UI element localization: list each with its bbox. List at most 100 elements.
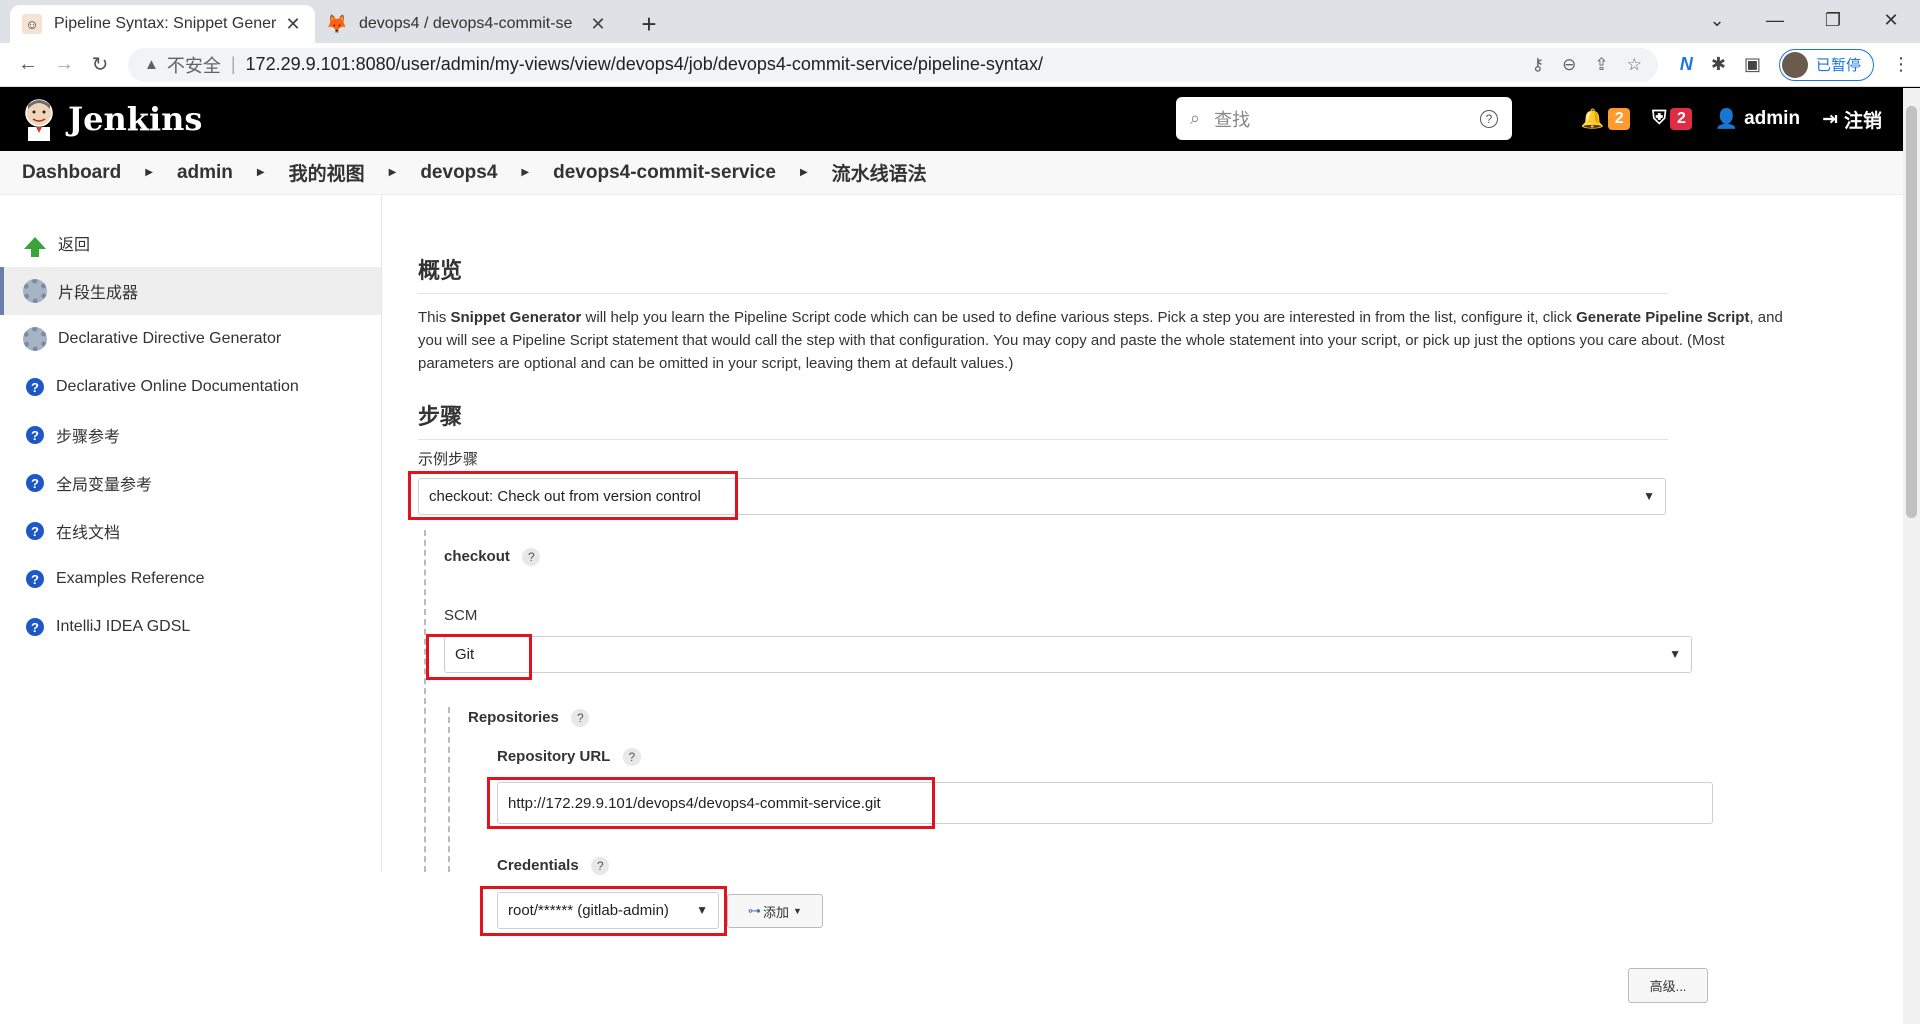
sidebar-item-intellij-gdsl[interactable]: ? IntelliJ IDEA GDSL xyxy=(0,603,381,651)
sidebar: 返回 片段生成器 Declarative Directive Generator… xyxy=(0,195,382,872)
insecure-label: 不安全 xyxy=(166,55,221,76)
checkout-label: checkout xyxy=(444,548,510,566)
logout-icon: ⇥ xyxy=(1822,108,1838,130)
search-input[interactable]: 查找 xyxy=(1214,106,1480,132)
help-icon: ? xyxy=(26,426,44,444)
logout-button[interactable]: ⇥ 注销 xyxy=(1822,106,1882,133)
sample-step-label: 示例步骤 xyxy=(418,451,479,468)
close-window-button[interactable]: ✕ xyxy=(1862,0,1920,40)
shield-icon: ⛨ xyxy=(1652,108,1667,129)
section-divider xyxy=(424,530,426,872)
highlight-box xyxy=(408,471,738,520)
extensions-icon[interactable]: ✱ xyxy=(1711,54,1726,75)
close-tab-icon[interactable]: ✕ xyxy=(283,14,303,35)
scrollbar-thumb[interactable] xyxy=(1906,106,1917,518)
warning-icon[interactable]: ▲ xyxy=(144,56,159,73)
scm-select[interactable]: Git ▼ xyxy=(444,636,1692,673)
sidepanel-icon[interactable]: ▣ xyxy=(1744,54,1761,75)
extension-n-icon[interactable]: N xyxy=(1680,54,1693,75)
new-tab-button[interactable]: + xyxy=(634,5,664,43)
tab-title: devops4 / devops4-commit-se xyxy=(359,15,573,32)
breadcrumb-item[interactable]: admin xyxy=(177,162,233,184)
user-icon: 👤 xyxy=(1714,109,1739,130)
advanced-button[interactable]: 高级... xyxy=(1628,968,1708,1003)
jenkins-logo[interactable]: Jenkins xyxy=(22,97,202,141)
search-box[interactable]: ⌕ 查找 ? xyxy=(1176,97,1512,140)
jenkins-logo-text: Jenkins xyxy=(68,100,203,138)
logout-label: 注销 xyxy=(1843,110,1882,132)
sidebar-item-label: 全局变量参考 xyxy=(56,477,153,494)
sidebar-item-declarative-online-docs[interactable]: ? Declarative Online Documentation xyxy=(0,363,381,411)
add-button-label: 添加 xyxy=(763,904,790,920)
help-icon[interactable]: ? xyxy=(622,748,641,766)
breadcrumb-item[interactable]: devops4-commit-service xyxy=(553,162,776,184)
repositories-label: Repositories xyxy=(468,709,559,727)
security-badge: 2 xyxy=(1670,108,1693,130)
sidebar-item-label: 返回 xyxy=(58,237,91,254)
caret-right-icon[interactable]: ▶ xyxy=(145,167,153,178)
steps-heading: 步骤 xyxy=(418,399,1668,440)
breadcrumb-item[interactable]: Dashboard xyxy=(22,162,121,184)
omnibox[interactable]: ▲ 不安全 | 172.29.9.101:8080/user/admin/my-… xyxy=(128,47,1658,82)
sidebar-item-back[interactable]: 返回 xyxy=(0,219,381,267)
page-scrollbar[interactable] xyxy=(1903,88,1920,1024)
sidebar-item-declarative-directive-generator[interactable]: Declarative Directive Generator xyxy=(0,315,381,363)
menu-icon[interactable]: ⋮ xyxy=(1892,54,1910,75)
sidebar-item-label: Declarative Online Documentation xyxy=(56,378,299,395)
browser-tab-active[interactable]: ☺ Pipeline Syntax: Snippet Gener ✕ xyxy=(10,5,315,43)
profile-button[interactable]: 已暂停 xyxy=(1778,48,1874,81)
minimize-button[interactable]: — xyxy=(1746,0,1804,40)
caret-down-icon: ▼ xyxy=(793,906,802,916)
sidebar-item-examples-reference[interactable]: ? Examples Reference xyxy=(0,555,381,603)
user-name: admin xyxy=(1744,108,1801,129)
zoom-icon[interactable]: ⊖ xyxy=(1562,55,1576,75)
forward-button[interactable]: → xyxy=(46,47,82,83)
up-arrow-icon xyxy=(22,230,48,257)
help-icon[interactable]: ? xyxy=(571,709,590,727)
sidebar-item-global-variables[interactable]: ? 全局变量参考 xyxy=(0,459,381,507)
key-icon[interactable]: ⚷ xyxy=(1532,55,1544,75)
url-text[interactable]: 172.29.9.101:8080/user/admin/my-views/vi… xyxy=(246,54,1532,75)
back-button[interactable]: ← xyxy=(10,47,46,83)
notifications-button[interactable]: 🔔 2 xyxy=(1581,107,1631,131)
sidebar-item-snippet-generator[interactable]: 片段生成器 xyxy=(0,267,381,315)
help-icon[interactable]: ? xyxy=(522,548,541,566)
star-icon[interactable]: ☆ xyxy=(1627,55,1642,75)
search-help-icon[interactable]: ? xyxy=(1480,109,1498,128)
repository-url-label: Repository URL xyxy=(497,748,611,766)
breadcrumb-item[interactable]: 流水线语法 xyxy=(832,159,927,186)
breadcrumb-item[interactable]: 我的视图 xyxy=(289,159,365,186)
user-button[interactable]: 👤 admin xyxy=(1714,107,1800,131)
sidebar-item-label: 片段生成器 xyxy=(58,285,139,302)
add-credentials-button[interactable]: ⊶ 添加 ▼ xyxy=(727,894,823,928)
sidebar-item-step-reference[interactable]: ? 步骤参考 xyxy=(0,411,381,459)
caret-right-icon[interactable]: ▶ xyxy=(389,167,397,178)
caret-right-icon[interactable]: ▶ xyxy=(800,167,808,178)
jenkins-butler-icon xyxy=(25,99,53,141)
sidebar-item-online-docs[interactable]: ? 在线文档 xyxy=(0,507,381,555)
restore-button[interactable]: ❐ xyxy=(1804,0,1862,40)
caret-right-icon[interactable]: ▶ xyxy=(521,167,529,178)
sidebar-item-label: 在线文档 xyxy=(56,525,121,542)
reload-button[interactable]: ↻ xyxy=(82,47,118,83)
tab-search-icon[interactable]: ⌄ xyxy=(1688,0,1746,40)
notifications-badge: 2 xyxy=(1608,108,1631,130)
security-button[interactable]: ⛨ 2 xyxy=(1652,108,1693,130)
overview-description: This Snippet Generator will help you lea… xyxy=(418,309,1783,372)
caret-right-icon[interactable]: ▶ xyxy=(257,167,265,178)
main-content: 概览 This Snippet Generator will help you … xyxy=(382,195,1920,1003)
key-icon: ⊶ xyxy=(748,903,762,918)
help-icon[interactable]: ? xyxy=(591,857,610,875)
help-icon: ? xyxy=(26,570,44,588)
browser-tab-bar: ☺ Pipeline Syntax: Snippet Gener ✕ 🦊 dev… xyxy=(0,0,1920,43)
share-icon[interactable]: ⇪ xyxy=(1594,55,1608,75)
sidebar-item-label: Declarative Directive Generator xyxy=(58,330,282,347)
search-icon: ⌕ xyxy=(1190,108,1201,128)
browser-tab[interactable]: 🦊 devops4 / devops4-commit-se ✕ xyxy=(315,5,620,43)
close-tab-icon[interactable]: ✕ xyxy=(588,14,608,35)
jenkins-favicon-icon: ☺ xyxy=(22,14,42,34)
window-controls: ⌄ — ❐ ✕ xyxy=(1688,0,1920,40)
chevron-down-icon: ▼ xyxy=(1669,647,1681,661)
breadcrumb-item[interactable]: devops4 xyxy=(420,162,497,184)
sidebar-item-label: 步骤参考 xyxy=(56,429,121,446)
